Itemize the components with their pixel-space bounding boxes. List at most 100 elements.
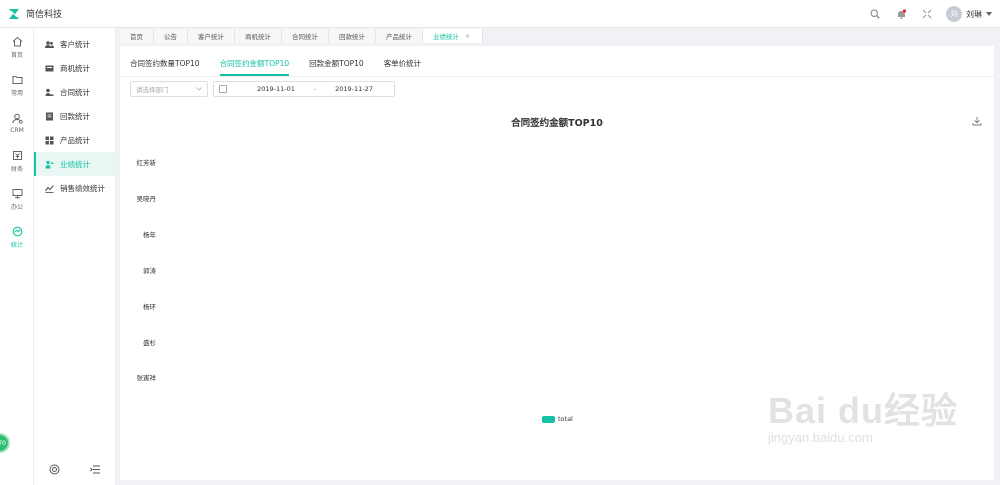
tab-label: 产品统计	[386, 33, 412, 41]
tab-contract-stats[interactable]: 合同统计	[282, 29, 329, 43]
divider	[120, 76, 994, 77]
submenu-item-label: 回款统计	[60, 111, 90, 121]
payment-icon	[45, 112, 54, 121]
chevron-down-icon	[986, 12, 992, 16]
chevron-down-icon	[196, 87, 202, 91]
date-start[interactable]: 2019-11-01	[247, 85, 305, 93]
chart-subtabs: 合同签约数量TOP10 合同签约金额TOP10 回款金额TOP10 客单价统计	[130, 55, 441, 76]
rail-nav: 首页 常用 CRM 财务 办公 统计 70	[0, 28, 34, 485]
menu-collapse-icon[interactable]	[90, 464, 101, 477]
date-separator: -	[313, 85, 317, 93]
tab-payment-stats[interactable]: 回款统计	[329, 29, 376, 43]
tab-product-stats[interactable]: 产品统计	[376, 29, 423, 43]
submenu-item-performance-stats[interactable]: 业绩统计	[34, 152, 115, 176]
user-icon	[12, 113, 23, 124]
submenu-item-label: 合同统计	[60, 87, 90, 97]
tab-performance-stats[interactable]: 业绩统计 ×	[423, 29, 484, 43]
bell-icon[interactable]	[894, 7, 908, 21]
tab-notice[interactable]: 公告	[154, 29, 188, 43]
rail-item-common[interactable]: 常用	[0, 66, 34, 104]
subtab-unit-price-stats[interactable]: 客单价统计	[384, 55, 422, 76]
submenu-item-label: 业绩统计	[60, 159, 90, 169]
subtab-contract-count-top10[interactable]: 合同签约数量TOP10	[130, 55, 200, 76]
rail-item-label: CRM	[10, 126, 24, 134]
legend-label: total	[558, 415, 573, 423]
submenu-item-opportunity-stats[interactable]: 商机统计	[34, 56, 115, 80]
tab-label: 公告	[164, 33, 177, 41]
y-axis-label: 红芳新	[136, 159, 157, 167]
float-badge[interactable]: 70	[0, 433, 10, 453]
date-end[interactable]: 2019-11-27	[325, 85, 383, 93]
submenu-item-label: 客户统计	[60, 39, 90, 49]
chart-legend[interactable]: total	[542, 415, 573, 423]
submenu-item-label: 销售绩效统计	[60, 183, 105, 193]
submenu-item-sales-performance[interactable]: 销售绩效统计	[34, 176, 115, 200]
subtab-payment-amount-top10[interactable]: 回款金额TOP10	[309, 55, 364, 76]
rail-item-label: 统计	[10, 241, 23, 249]
user-name: 刘琳	[966, 9, 982, 19]
download-icon[interactable]	[972, 116, 982, 126]
y-axis-label: 张寅祥	[136, 374, 157, 382]
submenu-footer	[34, 464, 116, 477]
filters: 请选择部门 2019-11-01 - 2019-11-27	[130, 81, 395, 97]
contract-icon	[45, 88, 54, 97]
trend-icon	[45, 184, 54, 193]
submenu-item-payment-stats[interactable]: 回款统计	[34, 104, 115, 128]
grid-icon	[45, 136, 54, 145]
user-menu[interactable]: 刘 刘琳	[946, 6, 992, 22]
watermark: Bai du经验 jingyan.baidu.com	[768, 382, 988, 462]
legend-swatch	[542, 415, 555, 423]
rail-item-finance[interactable]: 财务	[0, 142, 34, 180]
tab-opportunity-stats[interactable]: 商机统计	[235, 29, 282, 43]
submenu-item-product-stats[interactable]: 产品统计	[34, 128, 115, 152]
tab-label: 业绩统计	[433, 33, 459, 41]
brand[interactable]: 简信科技	[0, 7, 62, 20]
calendar-icon	[219, 85, 227, 93]
y-axis-label: 盛杉	[143, 339, 156, 347]
submenu: 客户统计 商机统计 合同统计 回款统计 产品统计 业绩统计 销售绩效统计	[34, 28, 116, 485]
search-icon[interactable]	[868, 7, 882, 21]
close-icon[interactable]: ×	[465, 33, 470, 40]
brand-logo-icon	[8, 8, 20, 20]
top-bar: 简信科技 刘 刘琳	[0, 0, 1000, 28]
tab-label: 客户统计	[198, 33, 224, 41]
date-range-picker[interactable]: 2019-11-01 - 2019-11-27	[213, 81, 395, 97]
rail-item-label: 常用	[10, 89, 23, 97]
tab-label: 商机统计	[245, 33, 271, 41]
avatar: 刘	[946, 6, 962, 22]
rail-item-home[interactable]: 首页	[0, 28, 34, 66]
department-placeholder: 请选择部门	[136, 86, 169, 94]
tab-customer-stats[interactable]: 客户统计	[188, 29, 235, 43]
rail-item-office[interactable]: 办公	[0, 180, 34, 218]
rail-item-label: 首页	[10, 51, 23, 59]
y-axis-label: 郭涛	[143, 267, 156, 275]
chart-title: 合同签约金额TOP10	[511, 118, 603, 129]
submenu-item-label: 商机统计	[60, 63, 90, 73]
submenu-item-customer-stats[interactable]: 客户统计	[34, 32, 115, 56]
page-tabs: 首页 公告 客户统计 商机统计 合同统计 回款统计 产品统计 业绩统计 ×	[120, 29, 996, 43]
folder-icon	[12, 75, 22, 84]
users-icon	[45, 40, 54, 49]
submenu-item-contract-stats[interactable]: 合同统计	[34, 80, 115, 104]
tab-label: 首页	[130, 33, 143, 41]
performance-icon	[45, 160, 54, 169]
opportunity-icon	[45, 64, 54, 73]
tab-label: 合同统计	[292, 33, 318, 41]
home-icon	[12, 36, 22, 46]
finance-icon	[12, 150, 22, 160]
tab-home[interactable]: 首页	[120, 29, 154, 43]
tab-label: 回款统计	[339, 33, 365, 41]
settings-icon[interactable]	[49, 464, 60, 477]
rail-item-label: 财务	[10, 165, 23, 173]
rail-item-label: 办公	[10, 203, 23, 211]
rail-item-crm[interactable]: CRM	[0, 104, 34, 142]
y-axis-label: 吴晓丹	[136, 195, 157, 203]
submenu-item-label: 产品统计	[60, 135, 90, 145]
app-title: 简信科技	[26, 10, 63, 20]
subtab-contract-amount-top10[interactable]: 合同签约金额TOP10	[219, 55, 289, 76]
department-select[interactable]: 请选择部门	[130, 81, 208, 97]
fullscreen-icon[interactable]	[920, 7, 934, 21]
y-axis-label: 杨环	[143, 303, 156, 311]
watermark-main: Bai du经验	[768, 390, 959, 431]
rail-item-stats[interactable]: 统计	[0, 218, 34, 256]
